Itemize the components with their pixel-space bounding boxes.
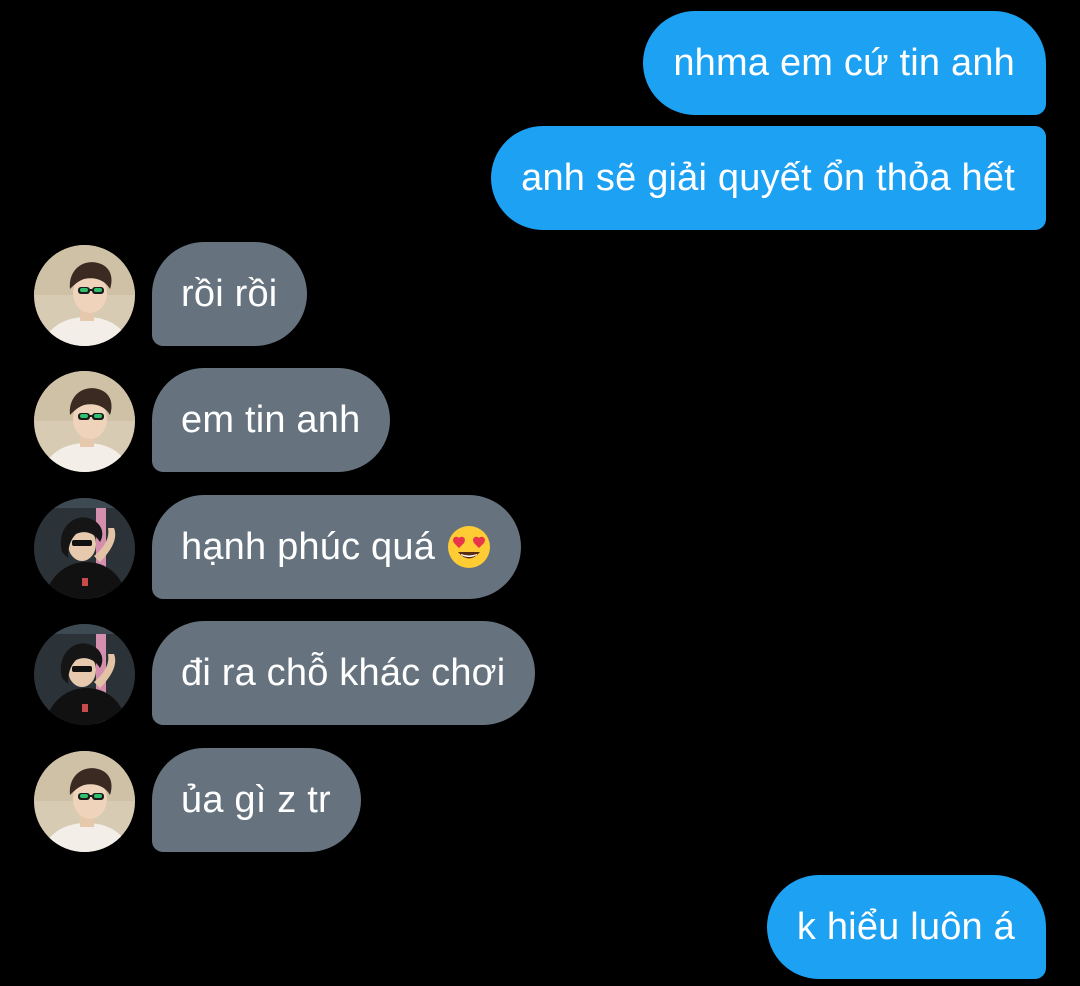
sender-avatar[interactable] [34, 371, 135, 472]
avatar-boy-sunglasses-icon [34, 371, 135, 472]
avatar-boy-sunglasses-icon [34, 245, 135, 346]
avatar-person-black-tshirt-icon [34, 624, 135, 725]
incoming-message-bubble[interactable]: ủa gì z tr [152, 748, 361, 852]
message-text: em tin anh [181, 398, 361, 441]
message-text: anh sẽ giải quyết ổn thỏa hết [521, 156, 1015, 199]
sender-avatar[interactable] [34, 751, 135, 852]
incoming-message-bubble[interactable]: hạnh phúc quá [152, 495, 522, 599]
heart-eyes-emoji-icon [448, 526, 491, 568]
sender-avatar[interactable] [34, 245, 135, 346]
incoming-message-bubble[interactable]: em tin anh [152, 368, 391, 472]
incoming-message-bubble[interactable]: rồi rồi [152, 242, 308, 346]
avatar-boy-sunglasses-icon [34, 751, 135, 852]
incoming-message-bubble[interactable]: đi ra chỗ khác chơi [152, 621, 536, 725]
message-text: k hiểu luôn á [796, 905, 1015, 948]
message-text: rồi rồi [181, 272, 278, 315]
outgoing-message-bubble[interactable]: nhma em cứ tin anh [643, 11, 1046, 115]
sender-avatar[interactable] [34, 498, 135, 599]
message-text: đi ra chỗ khác chơi [181, 651, 506, 694]
message-text: nhma em cứ tin anh [673, 41, 1015, 84]
sender-avatar[interactable] [34, 624, 135, 725]
outgoing-message-bubble[interactable]: anh sẽ giải quyết ổn thỏa hết [491, 126, 1046, 230]
message-text: ủa gì z tr [181, 778, 331, 821]
message-text: hạnh phúc quá [181, 525, 436, 568]
avatar-person-black-tshirt-icon [34, 498, 135, 599]
outgoing-message-bubble[interactable]: k hiểu luôn á [766, 875, 1046, 979]
